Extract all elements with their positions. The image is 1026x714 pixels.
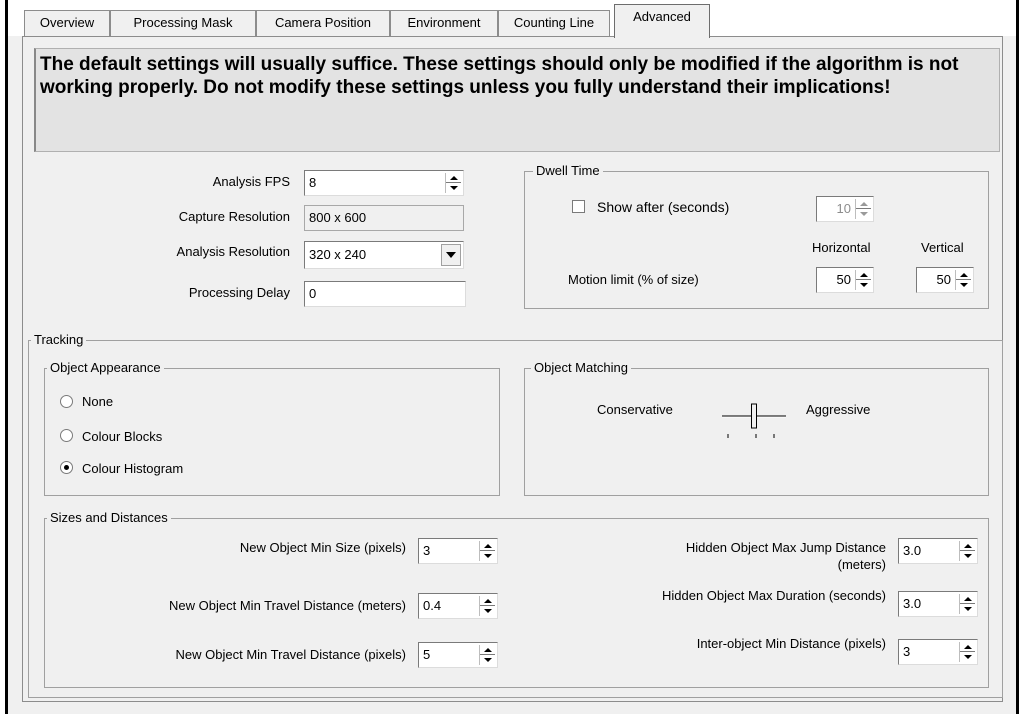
warning-banner: The default settings will usually suffic… [34,48,1000,152]
analysis-fps-label: Analysis FPS [212,174,290,189]
max-duration-label: Hidden Object Max Duration (seconds) [662,588,886,603]
radio-colour-blocks[interactable] [60,429,73,442]
jump-distance-label: Hidden Object Max Jump Distance [685,540,886,555]
spin-up-icon[interactable] [480,541,495,551]
min-travel-pixels-label: New Object Min Travel Distance (pixels) [175,647,406,662]
vertical-header: Vertical [921,240,964,255]
min-travel-meters-label: New Object Min Travel Distance (meters) [169,598,406,613]
analysis-fps-spin-buttons[interactable] [445,173,461,193]
show-after-value: 10 [836,201,851,216]
spin-down-icon[interactable] [960,604,975,614]
object-matching-title: Object Matching [531,360,631,376]
tab-overview[interactable]: Overview [24,10,110,36]
tab-advanced[interactable]: Advanced [614,4,710,38]
max-duration-spinner[interactable]: 3.0 [898,591,978,617]
window-frame-right [1016,0,1019,714]
min-size-label: New Object Min Size (pixels) [239,540,406,555]
matching-slider-track [722,403,786,438]
aggressive-label: Aggressive [806,402,871,417]
show-after-spin-buttons[interactable] [855,199,871,219]
max-duration-spin-buttons[interactable] [959,594,975,614]
radio-colour-histogram-label: Colour Histogram [82,461,184,476]
show-after-label: Show after (seconds) [597,199,730,215]
tracking-title: Tracking [31,332,87,348]
radio-none[interactable] [60,395,73,408]
spin-down-icon[interactable] [856,209,871,219]
jump-distance-unit-label: (meters) [837,557,886,572]
capture-resolution-field: 800 x 600 [304,205,464,231]
radio-none-label: None [82,394,114,409]
min-travel-meters-spinner[interactable]: 0.4 [418,593,498,619]
spin-up-icon[interactable] [956,270,971,280]
show-after-spinner[interactable]: 10 [816,196,874,222]
capture-resolution-value: 800 x 600 [309,210,367,225]
vertical-limit-value: 50 [936,272,951,287]
inter-object-spinner[interactable]: 3 [898,639,978,665]
horizontal-header: Horizontal [812,240,871,255]
min-size-value: 3 [423,543,431,558]
dwell-time-title: Dwell Time [533,163,603,179]
min-travel-meters-value: 0.4 [423,598,442,613]
spin-down-icon[interactable] [480,606,495,616]
analysis-fps-spinner[interactable]: 8 [304,170,464,196]
vertical-limit-spinner[interactable]: 50 [916,267,974,293]
analysis-resolution-value: 320 x 240 [309,247,367,262]
spin-down-icon[interactable] [856,280,871,290]
min-travel-pixels-spinner[interactable]: 5 [418,642,498,668]
window-frame-left [5,0,8,714]
chevron-down-icon[interactable] [441,244,461,266]
jump-distance-spinner[interactable]: 3.0 [898,538,978,564]
min-travel-pixels-value: 5 [423,647,431,662]
analysis-resolution-label: Analysis Resolution [176,244,290,259]
spin-up-icon[interactable] [856,199,871,209]
min-travel-pixels-spin-buttons[interactable] [479,645,495,665]
max-duration-value: 3.0 [903,596,922,611]
tab-counting-line[interactable]: Counting Line [498,10,610,36]
min-size-spinner[interactable]: 3 [418,538,498,564]
conservative-label: Conservative [597,402,673,417]
horizontal-limit-value: 50 [836,272,851,287]
sizes-distances-title: Sizes and Distances [47,510,171,526]
horizontal-limit-spinner[interactable]: 50 [816,267,874,293]
spin-up-icon[interactable] [960,594,975,604]
horizontal-spin-buttons[interactable] [855,270,871,290]
spin-up-icon[interactable] [960,642,975,652]
spin-down-icon[interactable] [480,551,495,561]
spin-down-icon[interactable] [960,652,975,662]
vertical-spin-buttons[interactable] [955,270,971,290]
spin-up-icon[interactable] [480,645,495,655]
tab-processing-mask[interactable]: Processing Mask [110,10,256,36]
object-appearance-title: Object Appearance [47,360,164,376]
jump-distance-value: 3.0 [903,543,922,558]
radio-colour-histogram[interactable] [60,461,73,474]
matching-slider[interactable] [718,400,792,444]
min-size-spin-buttons[interactable] [479,541,495,561]
spin-down-icon[interactable] [480,655,495,665]
processing-delay-label: Processing Delay [188,285,290,300]
spin-down-icon[interactable] [960,551,975,561]
spin-down-icon[interactable] [446,183,461,193]
tab-camera-position[interactable]: Camera Position [256,10,390,36]
analysis-fps-value: 8 [309,175,317,190]
processing-delay-value: 0 [309,286,317,301]
capture-resolution-label: Capture Resolution [178,209,290,224]
spin-up-icon[interactable] [446,173,461,183]
tab-environment[interactable]: Environment [390,10,498,36]
inter-object-spin-buttons[interactable] [959,642,975,662]
show-after-checkbox[interactable] [572,200,585,213]
radio-colour-blocks-label: Colour Blocks [82,429,163,444]
inter-object-value: 3 [903,644,911,659]
processing-delay-input[interactable]: 0 [304,281,466,307]
spin-up-icon[interactable] [480,596,495,606]
spin-up-icon[interactable] [960,541,975,551]
inter-object-label: Inter-object Min Distance (pixels) [696,636,886,651]
analysis-resolution-dropdown[interactable]: 320 x 240 [304,241,464,269]
jump-distance-spin-buttons[interactable] [959,541,975,561]
spin-up-icon[interactable] [856,270,871,280]
min-travel-meters-spin-buttons[interactable] [479,596,495,616]
spin-down-icon[interactable] [956,280,971,290]
motion-limit-label: Motion limit (% of size) [568,272,699,287]
